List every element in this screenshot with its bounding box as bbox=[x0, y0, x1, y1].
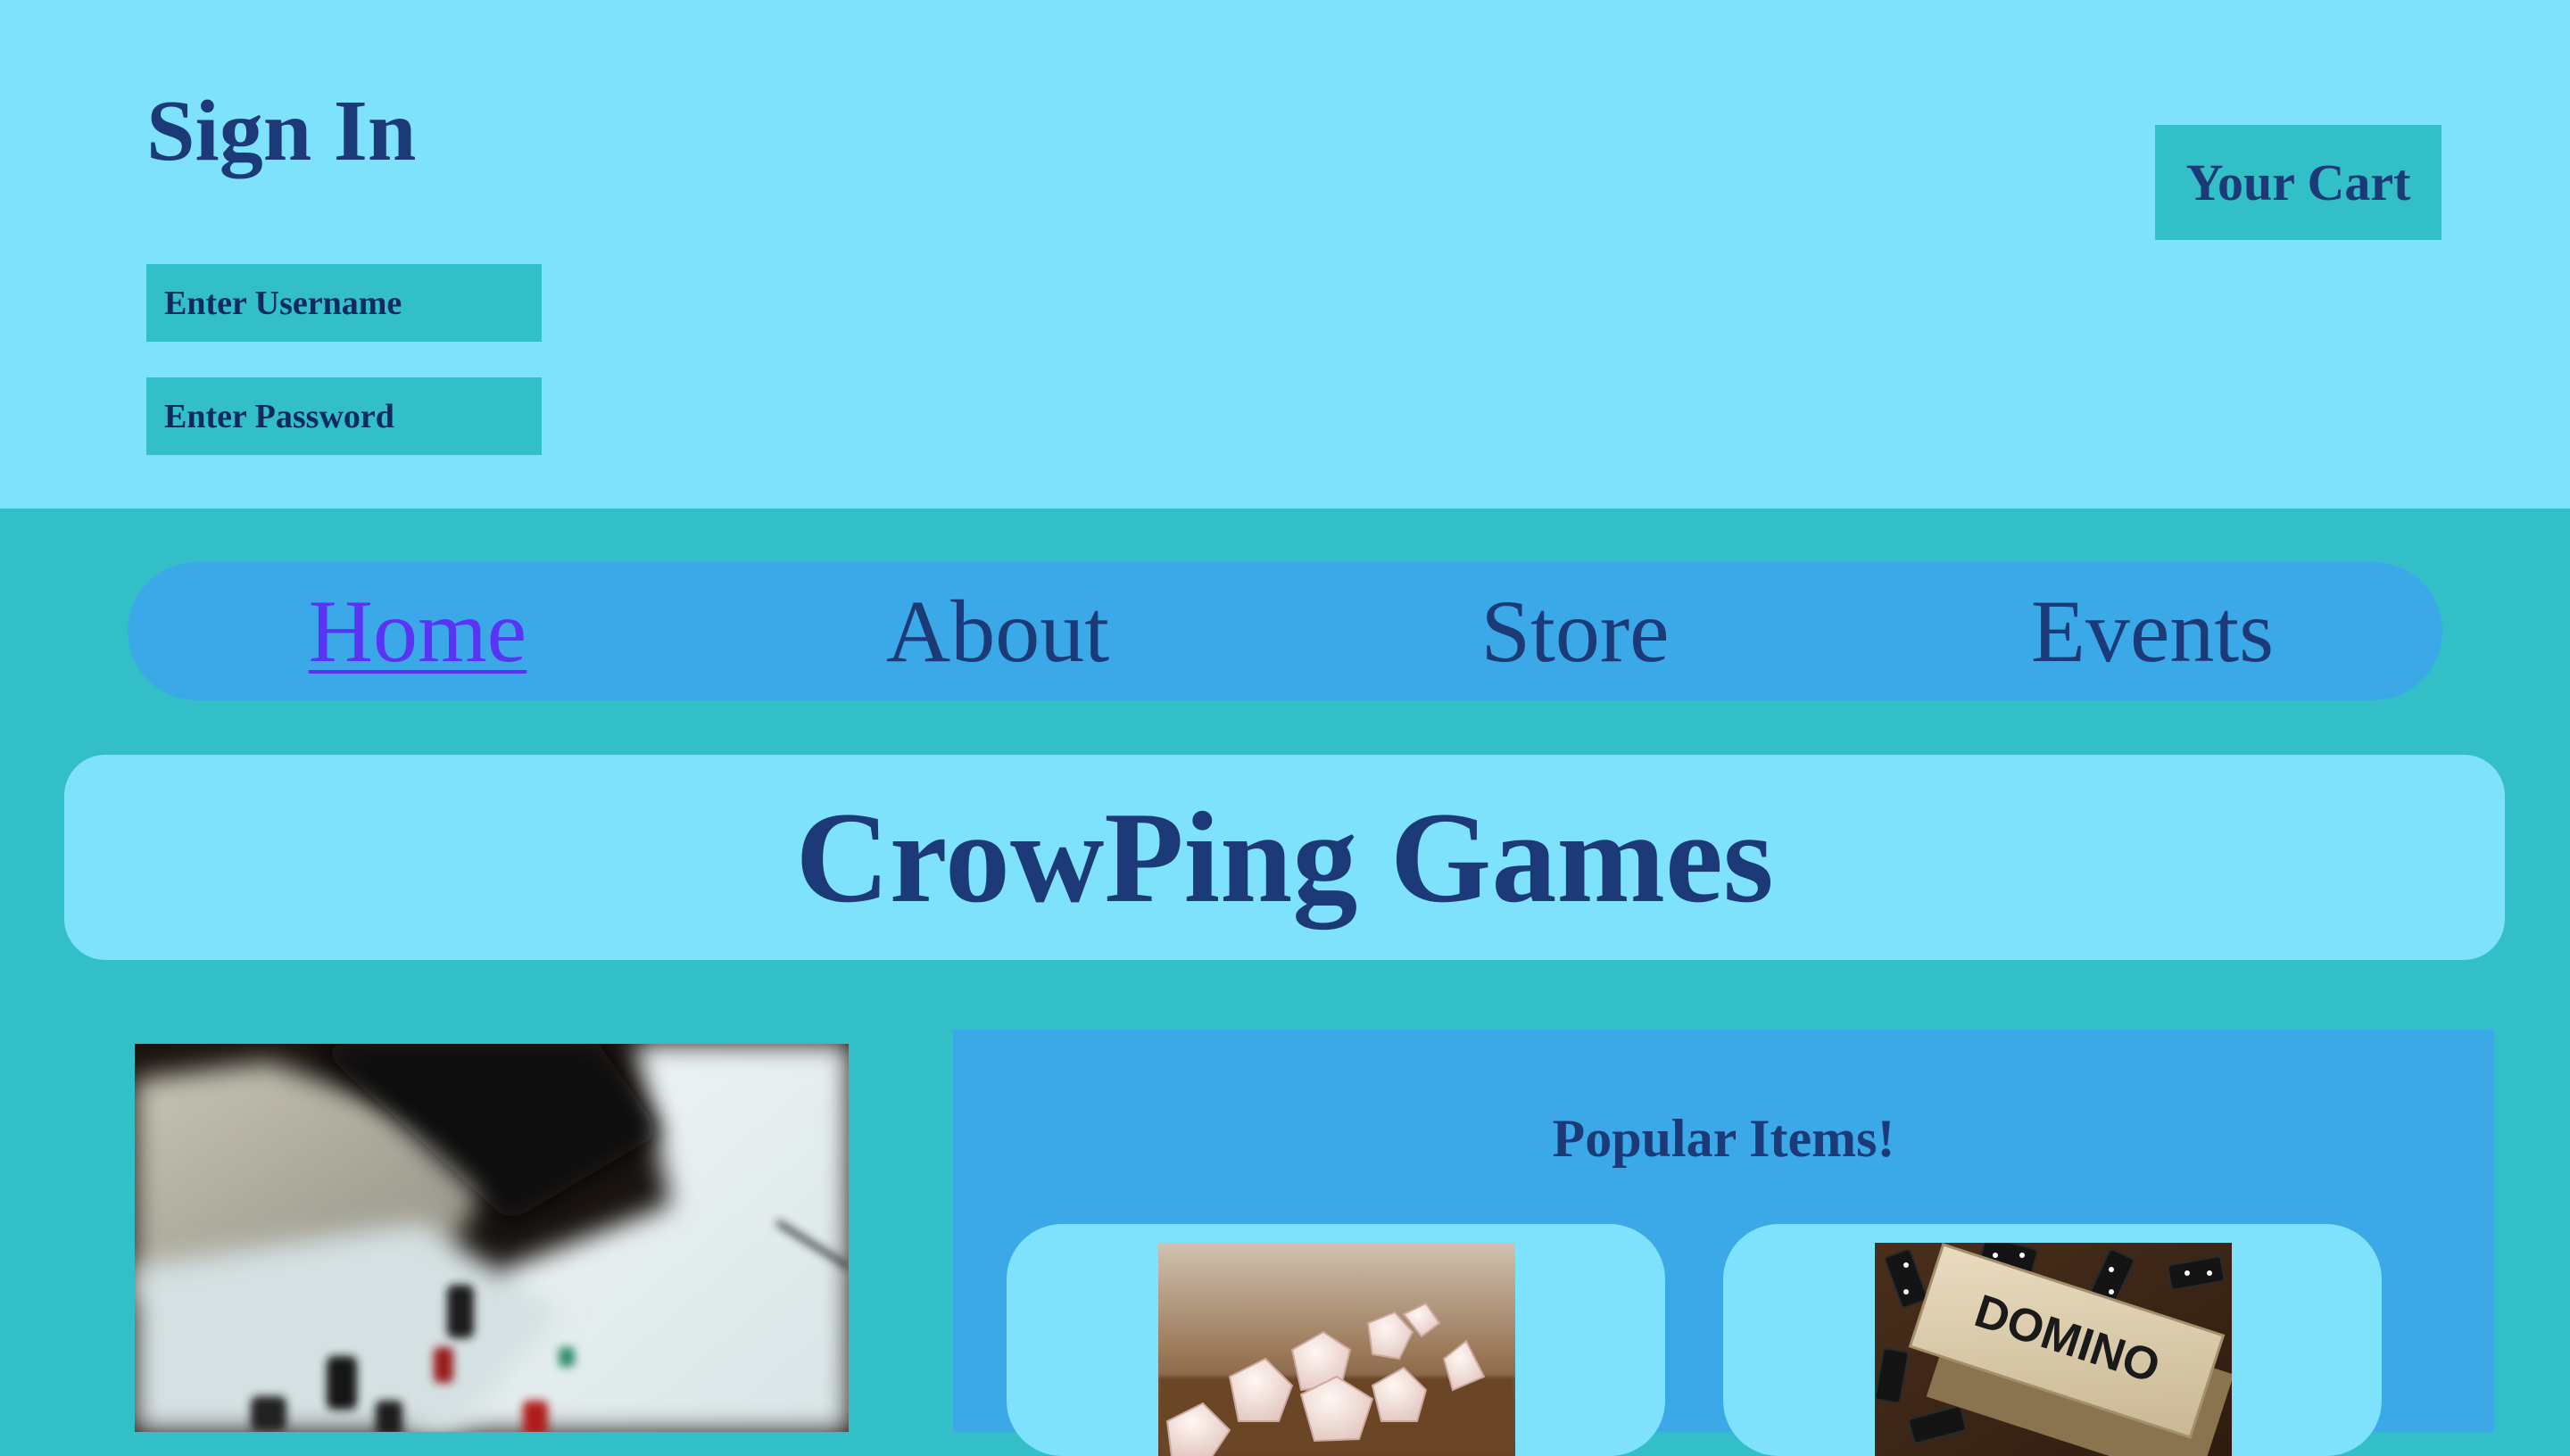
header: Sign In Your Cart bbox=[0, 0, 2570, 509]
domino-box-photo-icon: DOMINO bbox=[1875, 1243, 2232, 1456]
nav-link-store[interactable]: Store bbox=[1480, 562, 1669, 700]
main-nav: Home About Store Events bbox=[128, 562, 2442, 700]
nav-link-about[interactable]: About bbox=[886, 562, 1109, 700]
cart-button[interactable]: Your Cart bbox=[2155, 125, 2442, 240]
site-banner: CrowPing Games bbox=[64, 755, 2505, 960]
nav-link-events[interactable]: Events bbox=[2031, 562, 2274, 700]
username-field[interactable] bbox=[146, 264, 542, 342]
popular-items-panel: Popular Items! DOMINO bbox=[953, 1030, 2494, 1456]
site-title: CrowPing Games bbox=[795, 785, 1774, 930]
popular-items-title: Popular Items! bbox=[1552, 1109, 1895, 1168]
nav-link-home[interactable]: Home bbox=[309, 562, 526, 700]
polyhedral-dice-photo-icon bbox=[1158, 1243, 1515, 1456]
popular-item-card[interactable]: DOMINO bbox=[1723, 1224, 2382, 1456]
board-game-photo-icon bbox=[135, 1044, 849, 1432]
popular-item-card[interactable] bbox=[1007, 1224, 1665, 1456]
signin-title: Sign In bbox=[146, 83, 417, 179]
password-field[interactable] bbox=[146, 377, 542, 455]
